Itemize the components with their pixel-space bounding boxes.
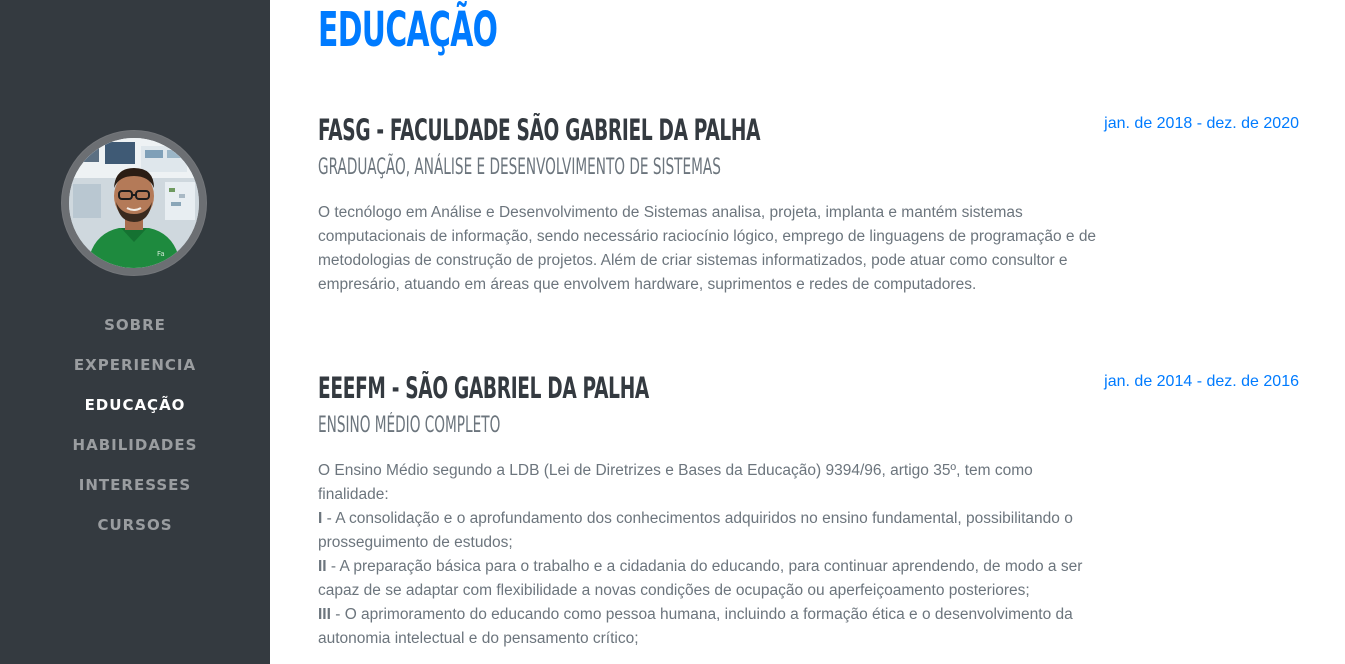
description-intro: O Ensino Médio segundo a LDB (Lei de Dir… [318,462,1033,503]
nav-item-interesses[interactable]: Interesses [0,473,270,513]
profile-photo-illustration: Fa [69,138,199,268]
list-item-text: - A preparação básica para o trabalho e … [318,558,1083,599]
svg-text:Fa: Fa [157,250,165,258]
degree-title: Ensino Médio Completo [318,413,501,438]
nav-item-habilidades[interactable]: Habilidades [0,433,270,473]
entry-dates: jan. de 2018 - dez. de 2020 [1104,115,1299,132]
list-marker: II [318,558,327,575]
nav-item-experiencia[interactable]: Experiencia [0,353,270,393]
list-item-text: - A consolidação e o aprofundamento dos … [318,510,1073,551]
sidebar: Fa Sobre Experiencia Educação Habilidade… [0,0,270,664]
list-item-text: - O aprimoramento do educando como pesso… [318,606,1073,647]
page-title: Educação [318,2,498,58]
school-name: FASG - Faculdade São Gabriel da Palha [318,113,761,147]
sidebar-nav: Sobre Experiencia Educação Habilidades I… [0,313,270,553]
profile-photo: Fa [69,138,199,268]
entry-description: O tecnólogo em Análise e Desenvolvimento… [318,204,1097,293]
list-marker: III [318,606,331,623]
entry-dates: jan. de 2014 - dez. de 2016 [1104,373,1299,390]
entry-description: O Ensino Médio segundo a LDB (Lei de Dir… [318,459,1098,651]
school-name: EEEFM - São Gabriel da Palha [318,371,649,405]
nav-item-educacao[interactable]: Educação [0,393,270,433]
nav-item-sobre[interactable]: Sobre [0,313,270,353]
avatar: Fa [61,130,207,276]
nav-item-cursos[interactable]: Cursos [0,513,270,553]
degree-title: Graduação, Análise e Desenvolvimento de … [318,155,721,180]
